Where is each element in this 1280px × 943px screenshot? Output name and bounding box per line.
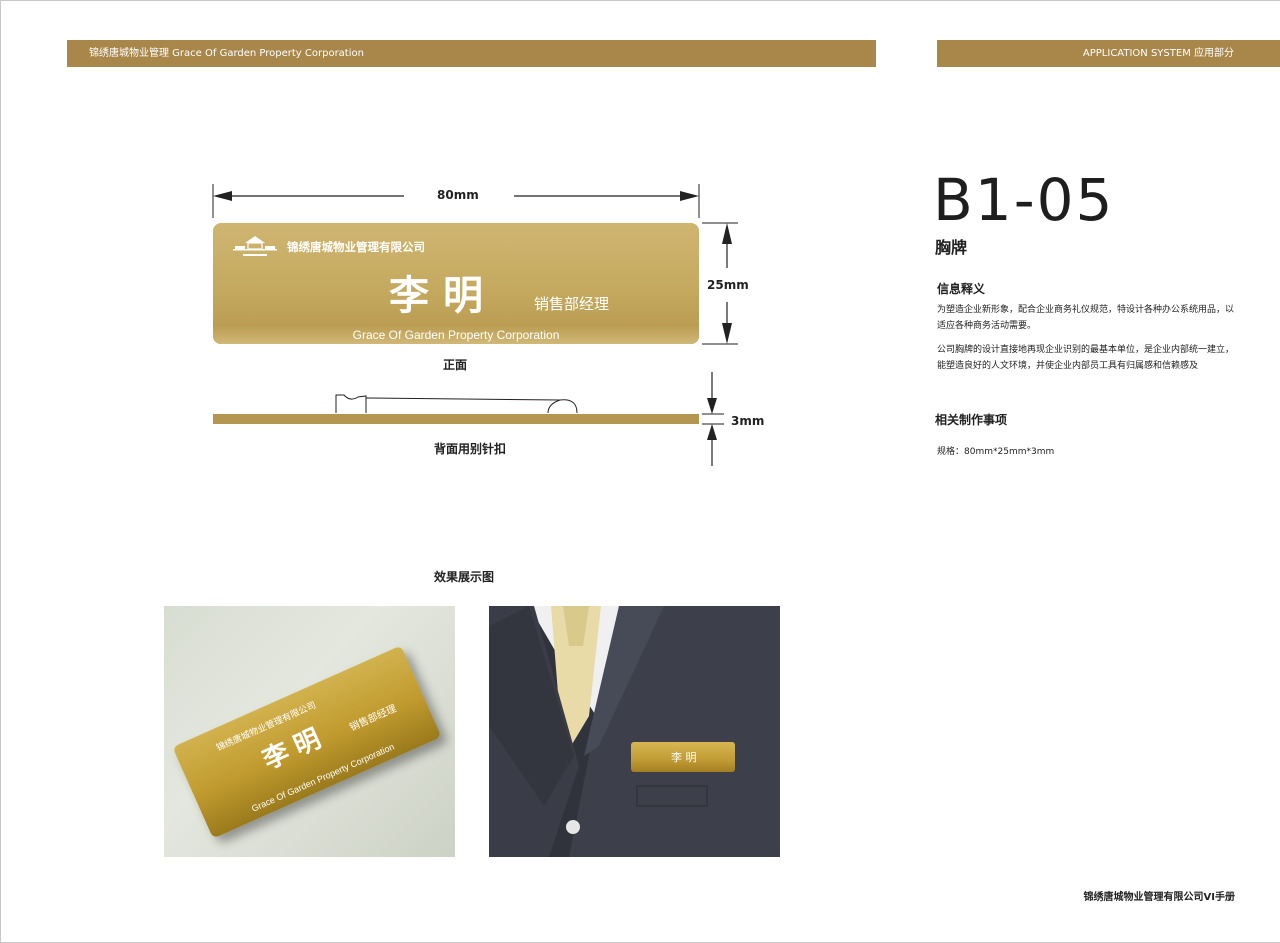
info-paragraph-1: 为塑造企业新形象，配合企业商务礼仪规范，特设计各种办公系统用品，以适应各种商务活… bbox=[937, 305, 1235, 331]
badge-company-name: 锦绣唐城物业管理有限公司 bbox=[287, 240, 425, 254]
production-heading: 相关制作事项 bbox=[935, 413, 1008, 427]
back-caption: 背面用别针扣 bbox=[434, 442, 507, 456]
suit-illustration bbox=[489, 606, 780, 857]
showcase-caption: 效果展示图 bbox=[434, 570, 495, 584]
photo-suit-wearing-badge: 李 明 bbox=[489, 606, 780, 857]
company-logo-icon bbox=[233, 236, 277, 256]
badge-english-name: Grace Of Garden Property Corporation bbox=[352, 328, 560, 342]
height-label: 25mm bbox=[707, 278, 749, 292]
info-paragraph-2: 公司胸牌的设计直接地再现企业识别的最基本单位，是企业内部统一建立，能塑造良好的人… bbox=[937, 345, 1235, 371]
info-heading: 信息释义 bbox=[937, 282, 986, 296]
badge-front: 锦绣唐城物业管理有限公司 李明 销售部经理 Grace Of Garden Pr… bbox=[213, 223, 699, 344]
badge-person-name: 李明 bbox=[389, 273, 497, 319]
front-caption: 正面 bbox=[443, 358, 468, 372]
photo2-badge-plate: 李 明 bbox=[631, 742, 735, 772]
footer-text: 锦绣唐城物业管理有限公司VI手册 bbox=[1083, 892, 1235, 903]
photo2-name: 李 明 bbox=[671, 751, 697, 764]
photo1-title: 销售部经理 bbox=[348, 703, 399, 734]
spec-text: 规格：80mm*25mm*3mm bbox=[937, 447, 1055, 457]
width-label: 80mm bbox=[437, 188, 479, 202]
badge-job-title: 销售部经理 bbox=[534, 295, 610, 313]
photo-badge-plate: 锦绣唐城物业管理有限公司 李明 销售部经理 Grace Of Garden Pr… bbox=[172, 645, 442, 839]
thickness-label: 3mm bbox=[731, 414, 765, 428]
section-code: B1-05 bbox=[933, 166, 1115, 234]
photo-badge-closeup: 锦绣唐城物业管理有限公司 李明 销售部经理 Grace Of Garden Pr… bbox=[164, 606, 455, 857]
section-subtitle: 胸牌 bbox=[935, 238, 968, 257]
